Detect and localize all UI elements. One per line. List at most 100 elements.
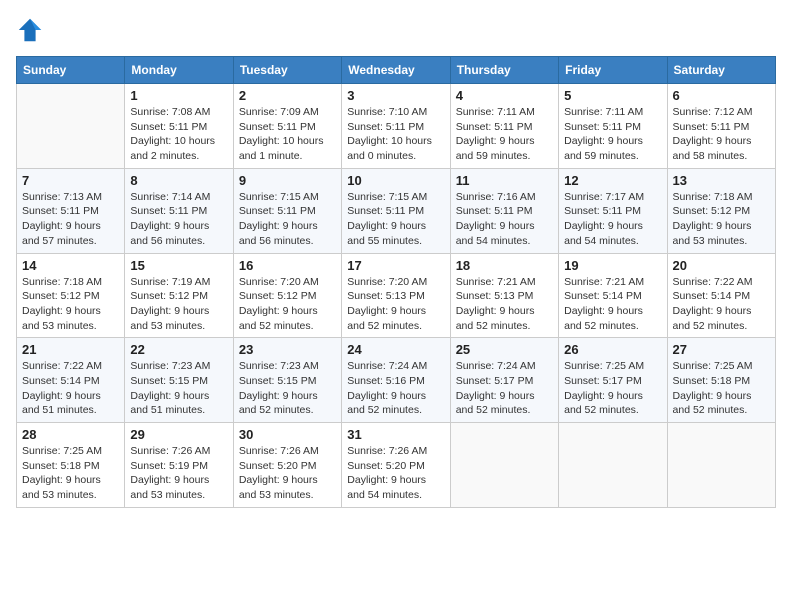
day-number: 27 [673,342,770,357]
calendar-cell: 3 Sunrise: 7:10 AM Sunset: 5:11 PM Daylig… [342,84,450,169]
day-number: 19 [564,258,661,273]
calendar-cell: 25Sunrise: 7:24 AM Sunset: 5:17 PM Dayli… [450,338,558,423]
calendar-cell: 1 Sunrise: 7:08 AM Sunset: 5:11 PM Daylig… [125,84,233,169]
day-info: Sunrise: 7:21 AM Sunset: 5:13 PM Dayligh… [456,275,553,334]
day-number: 17 [347,258,444,273]
calendar-cell [559,423,667,508]
day-info: Sunrise: 7:18 AM Sunset: 5:12 PM Dayligh… [22,275,119,334]
calendar-cell: 7Sunrise: 7:13 AM Sunset: 5:11 PM Daylig… [17,168,125,253]
day-number: 11 [456,173,553,188]
day-number: 6 [673,88,770,103]
day-info: Sunrise: 7:11 AM Sunset: 5:11 PM Dayligh… [456,105,553,164]
day-info: Sunrise: 7:26 AM Sunset: 5:20 PM Dayligh… [239,444,336,503]
calendar-cell: 17 Sunrise: 7:20 AM Sunset: 5:13 PM Dayli… [342,253,450,338]
col-header-tuesday: Tuesday [233,57,341,84]
col-header-saturday: Saturday [667,57,775,84]
day-info: Sunrise: 7:25 AM Sunset: 5:18 PM Dayligh… [22,444,119,503]
calendar-cell: 30 Sunrise: 7:26 AM Sunset: 5:20 PM Dayli… [233,423,341,508]
day-number: 31 [347,427,444,442]
day-number: 18 [456,258,553,273]
day-info: Sunrise: 7:14 AM Sunset: 5:11 PM Dayligh… [130,190,227,249]
day-number: 12 [564,173,661,188]
header-row: SundayMondayTuesdayWednesdayThursdayFrid… [17,57,776,84]
calendar-cell: 28 Sunrise: 7:25 AM Sunset: 5:18 PM Dayli… [17,423,125,508]
day-info: Sunrise: 7:25 AM Sunset: 5:17 PM Dayligh… [564,359,661,418]
day-info: Sunrise: 7:23 AM Sunset: 5:15 PM Dayligh… [130,359,227,418]
day-number: 7 [22,173,119,188]
day-info: Sunrise: 7:20 AM Sunset: 5:13 PM Dayligh… [347,275,444,334]
day-number: 26 [564,342,661,357]
day-info: Sunrise: 7:20 AM Sunset: 5:12 PM Dayligh… [239,275,336,334]
calendar-cell: 10Sunrise: 7:15 AM Sunset: 5:11 PM Dayli… [342,168,450,253]
header [16,16,776,44]
day-number: 13 [673,173,770,188]
day-number: 8 [130,173,227,188]
calendar-cell: 9 Sunrise: 7:15 AM Sunset: 5:11 PM Daylig… [233,168,341,253]
day-info: Sunrise: 7:19 AM Sunset: 5:12 PM Dayligh… [130,275,227,334]
calendar-cell: 6 Sunrise: 7:12 AM Sunset: 5:11 PM Daylig… [667,84,775,169]
day-number: 1 [130,88,227,103]
calendar-cell: 8 Sunrise: 7:14 AM Sunset: 5:11 PM Daylig… [125,168,233,253]
day-number: 30 [239,427,336,442]
calendar-cell: 2 Sunrise: 7:09 AM Sunset: 5:11 PM Daylig… [233,84,341,169]
day-number: 28 [22,427,119,442]
day-number: 5 [564,88,661,103]
logo [16,16,48,44]
calendar-cell: 20Sunrise: 7:22 AM Sunset: 5:14 PM Dayli… [667,253,775,338]
day-number: 3 [347,88,444,103]
day-info: Sunrise: 7:16 AM Sunset: 5:11 PM Dayligh… [456,190,553,249]
day-info: Sunrise: 7:15 AM Sunset: 5:11 PM Dayligh… [239,190,336,249]
logo-icon [16,16,44,44]
day-info: Sunrise: 7:18 AM Sunset: 5:12 PM Dayligh… [673,190,770,249]
calendar-cell: 13 Sunrise: 7:18 AM Sunset: 5:12 PM Dayli… [667,168,775,253]
calendar-cell: 4 Sunrise: 7:11 AM Sunset: 5:11 PM Daylig… [450,84,558,169]
calendar-cell: 27 Sunrise: 7:25 AM Sunset: 5:18 PM Dayli… [667,338,775,423]
calendar-table: SundayMondayTuesdayWednesdayThursdayFrid… [16,56,776,508]
col-header-thursday: Thursday [450,57,558,84]
calendar-cell: 19 Sunrise: 7:21 AM Sunset: 5:14 PM Dayli… [559,253,667,338]
calendar-cell: 31 Sunrise: 7:26 AM Sunset: 5:20 PM Dayli… [342,423,450,508]
day-number: 20 [673,258,770,273]
day-number: 9 [239,173,336,188]
day-number: 23 [239,342,336,357]
calendar-cell: 26 Sunrise: 7:25 AM Sunset: 5:17 PM Dayli… [559,338,667,423]
day-info: Sunrise: 7:24 AM Sunset: 5:17 PM Dayligh… [456,359,553,418]
week-row-0: 1 Sunrise: 7:08 AM Sunset: 5:11 PM Daylig… [17,84,776,169]
calendar-cell: 18 Sunrise: 7:21 AM Sunset: 5:13 PM Dayli… [450,253,558,338]
calendar-cell: 29Sunrise: 7:26 AM Sunset: 5:19 PM Dayli… [125,423,233,508]
day-info: Sunrise: 7:11 AM Sunset: 5:11 PM Dayligh… [564,105,661,164]
day-info: Sunrise: 7:08 AM Sunset: 5:11 PM Dayligh… [130,105,227,164]
calendar-cell: 24Sunrise: 7:24 AM Sunset: 5:16 PM Dayli… [342,338,450,423]
week-row-1: 7Sunrise: 7:13 AM Sunset: 5:11 PM Daylig… [17,168,776,253]
day-info: Sunrise: 7:10 AM Sunset: 5:11 PM Dayligh… [347,105,444,164]
calendar-cell: 11 Sunrise: 7:16 AM Sunset: 5:11 PM Dayli… [450,168,558,253]
calendar-cell [667,423,775,508]
calendar-cell: 12 Sunrise: 7:17 AM Sunset: 5:11 PM Dayli… [559,168,667,253]
day-info: Sunrise: 7:15 AM Sunset: 5:11 PM Dayligh… [347,190,444,249]
day-number: 21 [22,342,119,357]
calendar-cell: 5 Sunrise: 7:11 AM Sunset: 5:11 PM Daylig… [559,84,667,169]
week-row-3: 21 Sunrise: 7:22 AM Sunset: 5:14 PM Dayli… [17,338,776,423]
day-info: Sunrise: 7:09 AM Sunset: 5:11 PM Dayligh… [239,105,336,164]
day-info: Sunrise: 7:26 AM Sunset: 5:20 PM Dayligh… [347,444,444,503]
day-number: 14 [22,258,119,273]
calendar-cell: 15Sunrise: 7:19 AM Sunset: 5:12 PM Dayli… [125,253,233,338]
day-info: Sunrise: 7:23 AM Sunset: 5:15 PM Dayligh… [239,359,336,418]
col-header-wednesday: Wednesday [342,57,450,84]
col-header-monday: Monday [125,57,233,84]
week-row-4: 28 Sunrise: 7:25 AM Sunset: 5:18 PM Dayli… [17,423,776,508]
day-number: 2 [239,88,336,103]
day-info: Sunrise: 7:22 AM Sunset: 5:14 PM Dayligh… [22,359,119,418]
col-header-friday: Friday [559,57,667,84]
day-number: 24 [347,342,444,357]
calendar-cell: 16 Sunrise: 7:20 AM Sunset: 5:12 PM Dayli… [233,253,341,338]
day-number: 4 [456,88,553,103]
day-number: 16 [239,258,336,273]
day-info: Sunrise: 7:25 AM Sunset: 5:18 PM Dayligh… [673,359,770,418]
calendar-cell [17,84,125,169]
day-info: Sunrise: 7:12 AM Sunset: 5:11 PM Dayligh… [673,105,770,164]
day-info: Sunrise: 7:17 AM Sunset: 5:11 PM Dayligh… [564,190,661,249]
calendar-cell: 22 Sunrise: 7:23 AM Sunset: 5:15 PM Dayli… [125,338,233,423]
day-number: 22 [130,342,227,357]
day-info: Sunrise: 7:21 AM Sunset: 5:14 PM Dayligh… [564,275,661,334]
